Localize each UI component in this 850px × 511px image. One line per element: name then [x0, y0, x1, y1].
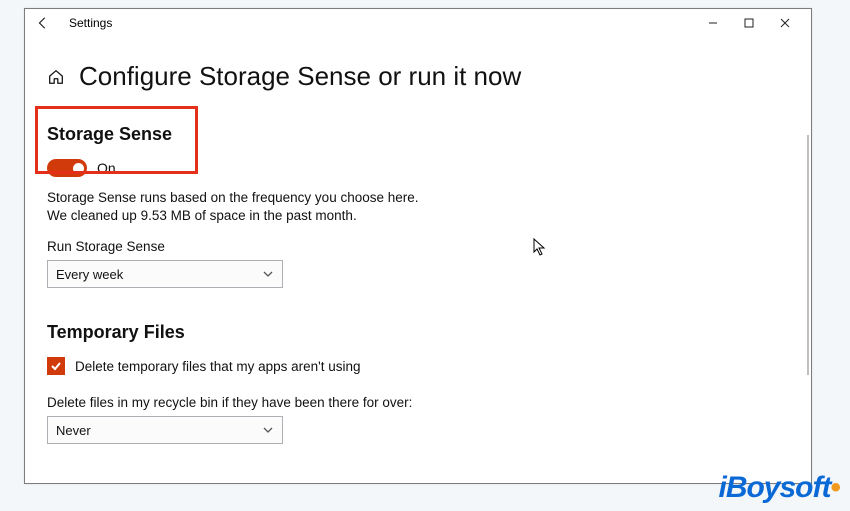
delete-temp-files-label: Delete temporary files that my apps aren…	[75, 359, 360, 374]
watermark: iBoysoft•	[718, 471, 840, 505]
recycle-bin-label: Delete files in my recycle bin if they h…	[47, 395, 789, 410]
chevron-down-icon	[262, 424, 274, 436]
window-title: Settings	[69, 16, 112, 30]
temporary-files-section: Temporary Files Delete temporary files t…	[47, 322, 789, 444]
storage-sense-description: Storage Sense runs based on the frequenc…	[47, 189, 427, 225]
run-storage-sense-dropdown[interactable]: Every week	[47, 260, 283, 288]
recycle-bin-value: Never	[56, 423, 91, 438]
run-storage-sense-label: Run Storage Sense	[47, 239, 789, 254]
delete-temp-files-checkbox[interactable]	[47, 357, 65, 375]
back-button[interactable]	[35, 15, 51, 31]
maximize-button[interactable]	[731, 9, 767, 37]
titlebar: Settings	[25, 9, 811, 37]
storage-sense-heading: Storage Sense	[47, 124, 789, 145]
settings-window: Settings Configure Storage Sense or run …	[24, 8, 812, 484]
recycle-bin-dropdown[interactable]: Never	[47, 416, 283, 444]
chevron-down-icon	[262, 268, 274, 280]
close-button[interactable]	[767, 9, 803, 37]
minimize-button[interactable]	[695, 9, 731, 37]
page-header: Configure Storage Sense or run it now	[47, 61, 789, 92]
storage-sense-section: Storage Sense On Storage Sense runs base…	[47, 124, 789, 288]
content-area: Configure Storage Sense or run it now St…	[25, 37, 811, 483]
scrollbar[interactable]	[807, 135, 809, 375]
home-icon[interactable]	[47, 68, 65, 86]
page-title: Configure Storage Sense or run it now	[79, 61, 521, 92]
temporary-files-heading: Temporary Files	[47, 322, 789, 343]
run-storage-sense-value: Every week	[56, 267, 123, 282]
storage-sense-toggle-label: On	[97, 160, 116, 176]
toggle-knob	[73, 163, 84, 174]
storage-sense-toggle[interactable]	[47, 159, 87, 177]
